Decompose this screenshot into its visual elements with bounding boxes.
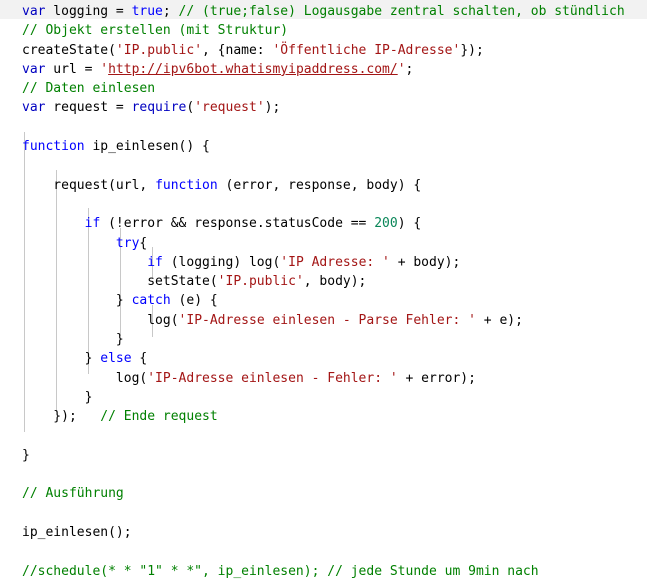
code-line: function ip_einlesen() { [22, 137, 647, 156]
code-line: } [22, 388, 647, 407]
code-token-kw2: require [131, 100, 187, 116]
code-line: } [22, 330, 647, 349]
code-token-plain: log( [22, 312, 179, 328]
code-token-plain: (e) { [170, 293, 218, 309]
code-line: } [22, 446, 647, 465]
code-token-plain: logging = [45, 4, 132, 19]
code-token-str: 'request' [194, 100, 265, 116]
code-token-kw: else [100, 351, 132, 367]
code-line: if (!error && response.statusCode == 200… [22, 214, 647, 233]
code-line: setState('IP.public', body); [22, 272, 647, 291]
code-token-plain: , {name: [202, 42, 273, 58]
code-token-plain: (!error && response.statusCode == [100, 216, 375, 232]
code-token-kw: if [84, 216, 101, 232]
code-line: var url = 'http://ipv6bot.whatismyipaddr… [22, 60, 647, 79]
code-token-cmt: // Objekt erstellen (mit Struktur) [22, 23, 289, 39]
code-token-plain: ip_einlesen() { [84, 139, 210, 155]
code-token-plain: }); [22, 409, 101, 425]
code-line: ip_einlesen(); [22, 523, 647, 542]
code-token-kw2: var [22, 100, 46, 116]
code-token-plain: ; [405, 61, 414, 77]
code-line: var request = require('request'); [22, 98, 647, 117]
code-line: //schedule(* * "1" * *", ip_einlesen); /… [22, 562, 647, 581]
code-token-plain: setState( [22, 274, 218, 290]
code-token-kw: catch [131, 293, 171, 309]
code-token-str: 'IP Adresse: ' [280, 254, 390, 270]
code-token-str: ' [100, 61, 109, 77]
code-token-plain: } [22, 293, 132, 309]
code-token-kw: try [115, 235, 140, 251]
code-token-plain: log( [22, 370, 148, 386]
code-token-str: 'Öffentliche IP-Adresse' [272, 42, 461, 58]
code-token-kw: true [131, 4, 163, 19]
code-token-str: 'IP-Adresse einlesen - Parse Fehler: ' [178, 312, 476, 328]
code-token-plain: } [22, 447, 30, 463]
code-token-plain: + e); [475, 312, 523, 328]
code-token-plain: url = [45, 61, 101, 77]
code-token-cmt: // Ende request [100, 409, 218, 425]
code-token-plain: ) { [397, 216, 422, 232]
code-line: log('IP-Adresse einlesen - Parse Fehler:… [22, 311, 647, 330]
code-token-plain: + body); [389, 254, 461, 270]
code-token-plain: } [22, 351, 101, 367]
code-token-plain: ip_einlesen(); [22, 525, 132, 541]
code-line: log('IP-Adresse einlesen - Fehler: ' + e… [22, 369, 647, 388]
code-token-plain: , body); [303, 274, 367, 290]
code-line: request(url, function (error, response, … [22, 176, 647, 195]
code-token-str: 'IP-Adresse einlesen - Fehler: ' [147, 370, 398, 386]
code-token-kw2: var [22, 61, 46, 77]
code-line: // Daten einlesen [22, 79, 647, 98]
code-token-plain: }); [460, 42, 484, 58]
code-token-kw2: var [22, 4, 46, 19]
code-line: }); // Ende request [22, 407, 647, 426]
code-token-kw: function [22, 139, 85, 155]
code-token-kw: if [147, 254, 163, 270]
code-token-cmt: // (true;false) Logausgabe zentral schal… [178, 4, 625, 19]
code-token-plain: { [131, 351, 148, 367]
code-token-plain: createState( [22, 42, 116, 58]
code-token-plain: } [22, 332, 124, 348]
code-token-kw: function [155, 177, 218, 193]
code-token-plain: ); [264, 100, 281, 116]
code-token-plain: request = [45, 100, 132, 116]
code-token-cmt: // Ausführung [22, 486, 124, 502]
code-token-plain: } [22, 389, 93, 405]
code-token-plain: (error, response, body) { [217, 177, 422, 193]
code-editor[interactable]: var logging = true; // (true;false) Loga… [0, 0, 647, 579]
code-line: var logging = true; // (true;false) Loga… [22, 2, 647, 21]
code-token-plain: ; [162, 4, 179, 19]
code-token-num: 200 [374, 216, 398, 232]
code-token-str: 'IP.public' [115, 42, 203, 58]
code-token-str: 'IP.public' [217, 274, 304, 290]
code-line: createState('IP.public', {name: 'Öffentl… [22, 41, 647, 60]
code-token-plain: request(url, [22, 177, 156, 193]
code-token-cmt: // Daten einlesen [22, 81, 156, 97]
code-token-plain: + error); [397, 370, 476, 386]
code-line: // Ausführung [22, 484, 647, 503]
code-line: // Objekt erstellen (mit Struktur) [22, 21, 647, 40]
code-token-cmt: //schedule(* * "1" * *", ip_einlesen); /… [22, 563, 539, 579]
code-line: } catch (e) { [22, 291, 647, 310]
code-token-plain: { [139, 235, 148, 251]
code-token-link: http://ipv6bot.whatismyipaddress.com/ [108, 61, 398, 77]
code-line: if (logging) log('IP Adresse: ' + body); [22, 253, 647, 272]
code-token-str: ' [397, 61, 406, 77]
code-line: try{ [22, 234, 647, 253]
code-token-plain: (logging) log( [162, 254, 281, 270]
code-line: } else { [22, 349, 647, 368]
code-text[interactable]: var logging = true; // (true;false) Loga… [0, 2, 647, 581]
